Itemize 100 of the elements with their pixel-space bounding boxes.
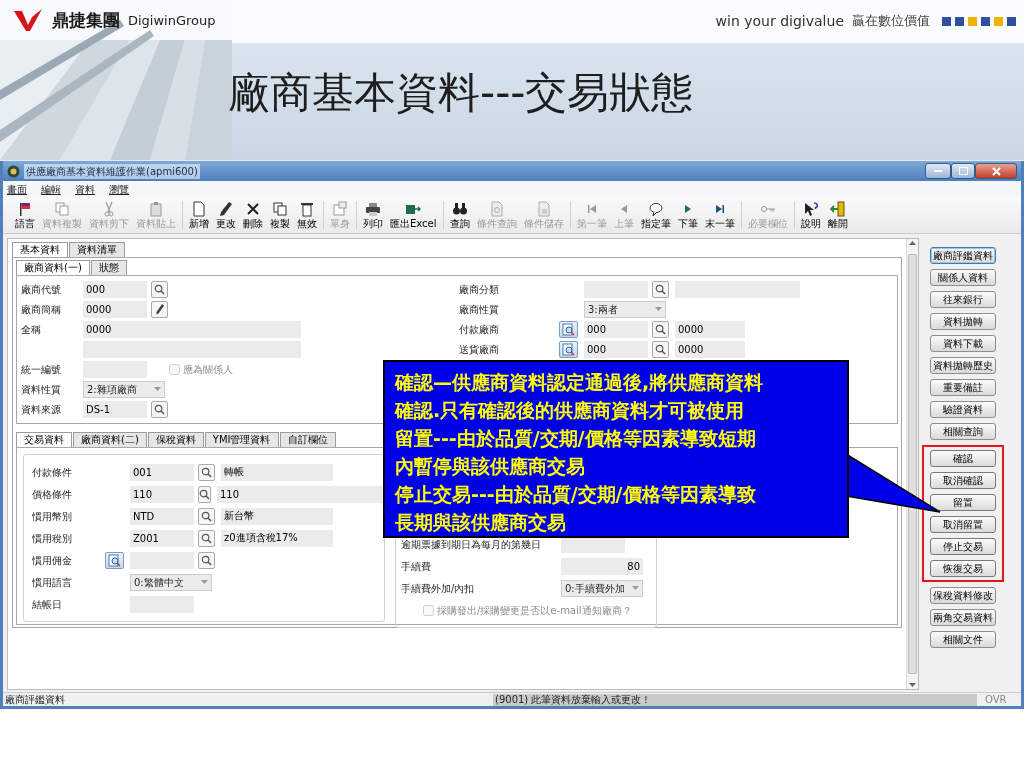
field-label: 廠商性質 — [459, 302, 500, 317]
side-button[interactable]: 取消確認 — [930, 472, 996, 489]
input-field[interactable]: DS-1 — [83, 400, 147, 418]
scroll-down-icon[interactable] — [909, 683, 916, 687]
search-icon — [154, 403, 165, 415]
maximize-icon — [958, 167, 968, 175]
toolbar-button[interactable]: 查詢 — [447, 201, 472, 229]
toolbar-button[interactable]: 語言 — [13, 201, 37, 229]
input-field[interactable]: 001 — [130, 463, 194, 481]
side-button[interactable]: 重要備註 — [930, 379, 996, 396]
field-label: 廠商簡稱 — [21, 302, 62, 317]
input-field[interactable]: 110 — [130, 485, 194, 503]
scroll-up-icon[interactable] — [909, 241, 916, 245]
search-button[interactable] — [198, 529, 215, 547]
side-button[interactable]: 關係人資料 — [930, 269, 996, 286]
tab[interactable]: 資料清單 — [69, 242, 125, 257]
toolbar-button[interactable]: 新增 — [187, 201, 211, 229]
side-button[interactable]: 保稅資料修改 — [930, 587, 996, 604]
menu-item[interactable]: 瀏覽 — [109, 181, 129, 197]
dropdown[interactable]: 0:手續費外加 — [561, 579, 643, 597]
menu-item[interactable]: 編輯 — [41, 181, 61, 197]
app-icon — [7, 164, 20, 178]
input-field[interactable]: 新台幣 — [221, 507, 333, 525]
lookup-button[interactable] — [559, 320, 578, 338]
input-field[interactable]: 0000 — [675, 320, 745, 338]
search-button[interactable] — [198, 463, 215, 481]
side-button[interactable]: 資料拋轉歷史 — [930, 357, 996, 374]
dropdown[interactable]: 0:繁體中文 — [130, 573, 212, 591]
lookup-button[interactable] — [105, 551, 124, 569]
side-button[interactable]: 相關文件 — [930, 631, 996, 648]
logo-text: DigiwinGroup — [128, 12, 216, 31]
scrollbar-thumb[interactable] — [908, 254, 917, 674]
toolbar-button[interactable]: 複製 — [268, 201, 292, 229]
window-icon — [332, 201, 348, 217]
toolbar-button[interactable]: 指定筆 — [638, 201, 673, 229]
minimize-button[interactable] — [925, 163, 951, 179]
maximize-button[interactable] — [951, 163, 975, 179]
side-button[interactable]: 取消留置 — [930, 516, 996, 533]
search-button[interactable] — [198, 485, 211, 503]
toolbar-button[interactable]: 末一筆 — [702, 201, 737, 229]
lookup-button[interactable] — [559, 340, 578, 358]
toolbar-button[interactable]: 離開 — [825, 201, 850, 229]
field-label: 廠商代號 — [21, 282, 62, 297]
search-button[interactable] — [652, 320, 669, 338]
tab[interactable]: 自訂欄位 — [279, 432, 336, 447]
search-icon — [199, 488, 210, 500]
search-button[interactable] — [198, 507, 215, 525]
side-button[interactable]: 兩角交易資料 — [930, 609, 996, 626]
toolbar-button[interactable]: 匯出Excel — [388, 201, 439, 229]
side-button[interactable]: 資料下載 — [930, 335, 996, 352]
menu-item[interactable]: 資料 — [75, 181, 95, 197]
close-button[interactable] — [975, 163, 1017, 179]
dropdown[interactable]: 2:雜項廠商 — [83, 380, 165, 398]
tab[interactable]: 狀態 — [90, 260, 127, 275]
input-field[interactable]: 轉帳 — [221, 463, 333, 481]
side-button[interactable]: 廠商評鑑資料 — [930, 247, 996, 264]
tab[interactable]: 交易資料 — [16, 432, 72, 447]
search-button[interactable] — [652, 340, 669, 358]
field-label: 手續費外加/內扣 — [401, 581, 476, 596]
field-label: 付款廠商 — [459, 322, 500, 337]
search-button[interactable] — [151, 400, 168, 418]
input-field[interactable]: 0000 — [675, 340, 745, 358]
input-field[interactable]: 0000 — [83, 320, 301, 338]
toolbar-button[interactable]: 無效 — [295, 201, 319, 229]
input-field[interactable]: 80 — [561, 557, 643, 575]
tab[interactable]: YMI管理資料 — [204, 432, 279, 447]
input-field[interactable]: 000 — [584, 340, 648, 358]
field-label: 統一編號 — [21, 362, 62, 377]
input-field[interactable]: 000 — [584, 320, 648, 338]
tab[interactable]: 基本資料 — [12, 242, 68, 257]
tab[interactable]: 保稅資料 — [147, 432, 204, 447]
input-field[interactable]: z0進項含稅17% — [221, 529, 333, 547]
tab[interactable]: 廠商資料(一) — [16, 260, 90, 275]
input-field[interactable]: 0000 — [83, 300, 147, 318]
toolbar-button[interactable]: 更改 — [214, 201, 238, 229]
input-field[interactable]: 000 — [83, 280, 147, 298]
dropdown[interactable]: 3:兩者 — [584, 300, 666, 318]
side-button[interactable]: 往來銀行 — [930, 291, 996, 308]
toolbar-button[interactable]: 列印 — [361, 201, 385, 229]
side-button[interactable]: 資料拋轉 — [930, 313, 996, 330]
callout-text: 確認—供應商資料認定通過後,將供應商資料 — [395, 370, 764, 395]
menu-item[interactable]: 畫面 — [7, 181, 27, 197]
input-field[interactable]: NTD — [130, 507, 194, 525]
speech-bubble-icon — [647, 201, 664, 217]
search-button[interactable] — [652, 280, 669, 298]
side-button[interactable]: 相關查詢 — [930, 423, 996, 440]
side-button[interactable]: 恢復交易 — [930, 560, 996, 577]
edit-button[interactable] — [151, 300, 168, 318]
tab[interactable]: 廠商資料(二) — [73, 432, 147, 447]
search-button[interactable] — [198, 551, 215, 569]
search-button[interactable] — [151, 280, 168, 298]
document-search-icon — [108, 553, 121, 567]
side-button[interactable]: 停止交易 — [930, 538, 996, 555]
side-button[interactable]: 驗證資料 — [930, 401, 996, 418]
toolbar-button[interactable]: 說明 — [798, 201, 823, 229]
search-icon — [154, 283, 165, 295]
toolbar-button[interactable]: 下筆 — [675, 201, 700, 229]
input-field[interactable]: Z001 — [130, 529, 194, 547]
toolbar-button[interactable]: 刪除 — [241, 201, 265, 229]
document-icon — [535, 201, 552, 217]
